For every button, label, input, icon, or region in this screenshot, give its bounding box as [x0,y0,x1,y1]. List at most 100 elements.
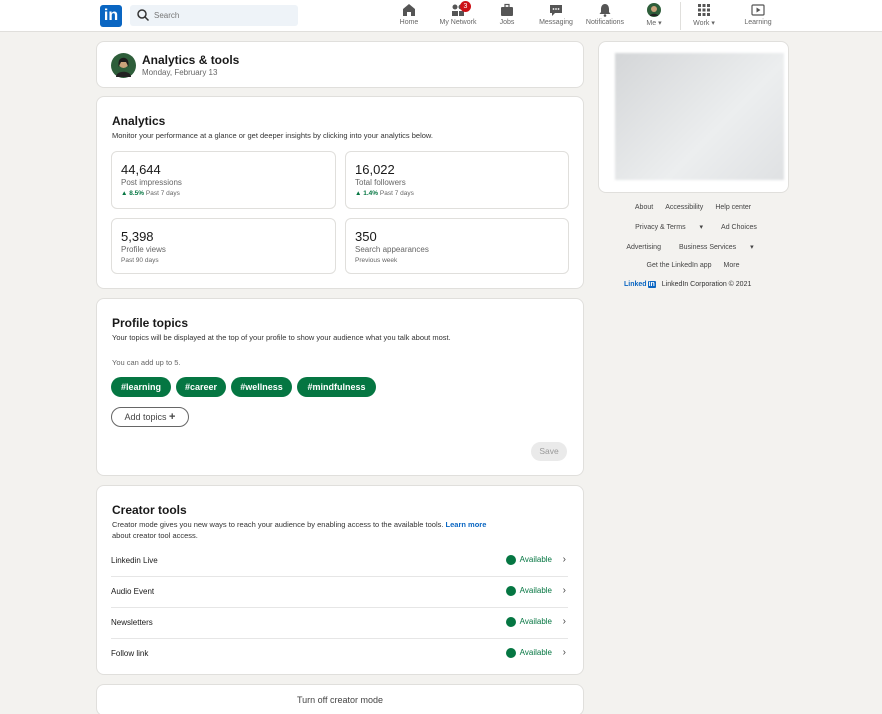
nav-notifications-label: Notifications [585,19,625,26]
nav-work-label: Work ▾ [693,20,715,27]
topics-hint: You can add up to 5. [112,358,181,367]
tool-row-follow-link[interactable]: Follow link Available › [111,639,568,670]
message-icon [550,5,562,16]
tool-row-audio-event[interactable]: Audio Event Available › [111,577,568,608]
stat-label: Profile views [121,245,166,254]
footer-link[interactable]: Get the LinkedIn app [647,262,712,269]
chevron-right-icon: › [562,585,566,596]
tool-status: Available [519,555,552,564]
creator-title: Creator tools [112,503,187,517]
save-button[interactable]: Save [531,442,567,461]
trend-up-icon: ▲ [121,190,128,197]
learn-more-link[interactable]: Learn more [446,520,487,529]
stat-sub: Previous week [355,257,398,264]
chevron-right-icon: › [562,616,566,627]
footer-link[interactable]: Help center [715,204,751,211]
tool-status: Available [519,617,552,626]
chevron-down-icon: ▾ [711,20,715,27]
nav-jobs[interactable]: Jobs [496,3,518,31]
chevron-right-icon: › [562,554,566,565]
chevron-down-icon: ▾ [750,244,754,251]
chevron-down-icon: ▾ [699,224,704,231]
nav-home[interactable]: Home [397,3,421,31]
linkedin-logo[interactable]: in [100,5,122,27]
footer-link[interactable]: About [635,204,653,211]
nav-me[interactable]: Me ▾ [642,3,666,31]
ad-placeholder-image[interactable] [615,53,784,180]
chevron-down-icon: ▾ [658,20,662,27]
footer-link[interactable]: Accessibility [665,204,703,211]
topic-tag[interactable]: #wellness [231,377,292,397]
header-card: Analytics & tools Monday, February 13 [96,41,584,88]
nav-my-network-label: My Network [439,19,477,26]
analytics-card: Analytics Monitor your performance at a … [96,96,584,289]
topic-tag[interactable]: #mindfulness [297,377,376,397]
stat-profile-views[interactable]: 5,398 Profile views Past 90 days [111,218,336,274]
play-icon [751,4,765,16]
nav-jobs-label: Jobs [499,19,515,26]
nav-messaging-label: Messaging [539,19,573,26]
network-icon: 3 [451,1,471,17]
avatar [111,53,136,78]
search-input[interactable] [154,7,292,24]
stat-value: 44,644 [121,162,161,177]
footer-link[interactable]: Privacy & Terms ▾ [629,224,709,231]
linkedin-wordmark: Linked in [624,281,656,288]
nav-learning[interactable]: Learning [742,3,774,31]
top-nav: in Home 3 My Network Jobs Messaging Noti… [0,0,882,32]
tool-name: Follow link [111,649,149,658]
footer-row-1: About Accessibility Help center [598,204,788,211]
avatar [647,3,661,17]
check-circle-icon [506,617,516,627]
analytics-title: Analytics [112,114,166,128]
trend-up-icon: ▲ [355,190,362,197]
stat-sub: ▲ 8.5% Past 7 days [121,190,180,197]
creator-desc: Creator mode gives you new ways to reach… [112,520,487,540]
ad-card [598,41,789,193]
topic-tag[interactable]: #learning [111,377,171,397]
stat-value: 350 [355,229,377,244]
footer-link[interactable]: More [724,262,740,269]
tool-name: Newsletters [111,618,153,627]
nav-my-network[interactable]: 3 My Network [436,1,480,31]
tool-row-newsletters[interactable]: Newsletters Available › [111,608,568,639]
page-title: Analytics & tools [142,53,240,67]
briefcase-icon [501,3,513,16]
footer-row-2: Privacy & Terms ▾ Ad Choices [598,223,788,231]
turn-off-creator-button[interactable]: Turn off creator mode [96,684,584,714]
footer-link[interactable]: Advertising [626,244,661,251]
nav-work[interactable]: Work ▾ [688,3,720,31]
chevron-right-icon: › [562,647,566,658]
tool-status: Available [519,586,552,595]
nav-learning-label: Learning [744,19,772,26]
add-topics-button[interactable]: Add topics + [111,407,189,427]
tool-name: Audio Event [111,587,155,596]
stat-search-appearances[interactable]: 350 Search appearances Previous week [345,218,569,274]
stat-value: 16,022 [355,162,395,177]
copyright-text: LinkedIn Corporation © 2021 [661,281,752,288]
stat-label: Search appearances [355,245,429,254]
home-icon [403,4,415,16]
topics-desc: Your topics will be displayed at the top… [112,333,451,342]
nav-divider [680,2,681,30]
footer-link[interactable]: Business Services ▾ [673,244,760,251]
topic-tag[interactable]: #career [176,377,226,397]
tool-row-linkedin-live[interactable]: Linkedin Live Available › [111,546,568,577]
topics-title: Profile topics [112,316,189,330]
grid-icon [698,4,710,16]
stat-post-impressions[interactable]: 44,644 Post impressions ▲ 8.5% Past 7 da… [111,151,336,209]
nav-me-label: Me ▾ [646,20,662,27]
stat-total-followers[interactable]: 16,022 Total followers ▲ 1.4% Past 7 day… [345,151,569,209]
stat-label: Total followers [355,178,406,187]
nav-home-label: Home [399,19,419,26]
stat-sub: Past 90 days [121,257,159,264]
page-date: Monday, February 13 [142,68,218,77]
tool-name: Linkedin Live [111,556,158,565]
bell-icon [599,4,611,17]
search-box[interactable] [130,5,298,26]
check-circle-icon [506,586,516,596]
nav-notifications[interactable]: Notifications [582,3,628,31]
nav-messaging[interactable]: Messaging [536,3,576,31]
footer-row-4: Get the LinkedIn app More [598,262,788,269]
footer-link[interactable]: Ad Choices [721,224,757,231]
